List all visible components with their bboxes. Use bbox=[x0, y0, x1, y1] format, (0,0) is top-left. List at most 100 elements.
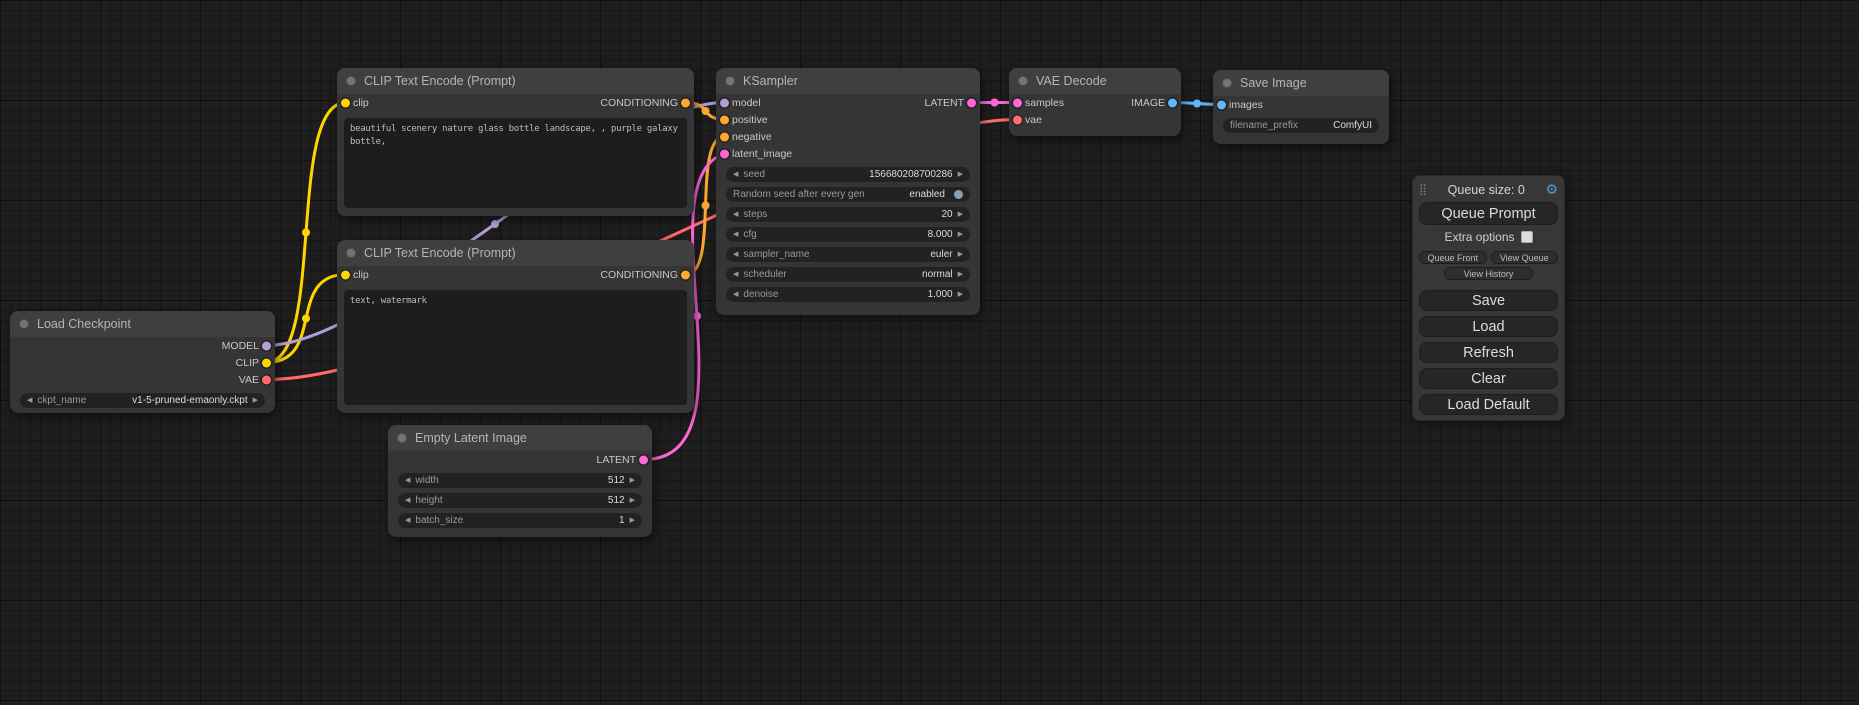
view-history-button[interactable]: View History bbox=[1444, 267, 1533, 280]
node-titlebar[interactable]: Empty Latent Image bbox=[388, 425, 652, 451]
node-graph-canvas[interactable]: Load Checkpoint MODEL CLIP VAE ◀ ckpt_na… bbox=[0, 0, 1859, 705]
slot-label: clip bbox=[353, 97, 369, 109]
node-load-checkpoint[interactable]: Load Checkpoint MODEL CLIP VAE ◀ ckpt_na… bbox=[10, 311, 275, 413]
filename-prefix-widget[interactable]: filename_prefix ComfyUI bbox=[1223, 118, 1379, 133]
image-output-dot[interactable] bbox=[1168, 98, 1177, 107]
queue-menu-panel: ⣿ Queue size: 0 ⚙ Queue Prompt Extra opt… bbox=[1412, 175, 1565, 421]
increment-arrow-icon[interactable]: ▶ bbox=[630, 497, 635, 504]
increment-arrow-icon[interactable]: ▶ bbox=[958, 271, 963, 278]
sampler-name-widget[interactable]: ◀ sampler_name euler ▶ bbox=[726, 247, 970, 262]
refresh-button[interactable]: Refresh bbox=[1419, 342, 1558, 363]
increment-arrow-icon[interactable]: ▶ bbox=[958, 291, 963, 298]
positive-input-dot[interactable] bbox=[720, 115, 729, 124]
load-button[interactable]: Load bbox=[1419, 316, 1558, 337]
collapse-dot[interactable] bbox=[19, 319, 29, 329]
collapse-dot[interactable] bbox=[346, 248, 356, 258]
decrement-arrow-icon[interactable]: ◀ bbox=[733, 171, 738, 178]
decrement-arrow-icon[interactable]: ◀ bbox=[405, 497, 410, 504]
link-midpoint-dot bbox=[1193, 100, 1201, 108]
random-seed-toggle-widget[interactable]: Random seed after every gen enabled bbox=[726, 187, 970, 202]
seed-widget[interactable]: ◀ seed 156680208700286 ▶ bbox=[726, 167, 970, 182]
latent-output-dot[interactable] bbox=[639, 455, 648, 464]
vae-output-dot[interactable] bbox=[262, 375, 271, 384]
conditioning-output-dot[interactable] bbox=[681, 98, 690, 107]
node-clip-text-encode-positive[interactable]: CLIP Text Encode (Prompt) clip CONDITION… bbox=[337, 68, 694, 216]
node-titlebar[interactable]: KSampler bbox=[716, 68, 980, 94]
node-titlebar[interactable]: Load Checkpoint bbox=[10, 311, 275, 337]
extra-options-checkbox[interactable] bbox=[1521, 231, 1533, 243]
node-vae-decode[interactable]: VAE Decode samples IMAGE vae bbox=[1009, 68, 1181, 136]
toggle-knob[interactable] bbox=[954, 190, 963, 199]
increment-arrow-icon[interactable]: ▶ bbox=[958, 251, 963, 258]
node-titlebar[interactable]: VAE Decode bbox=[1009, 68, 1181, 94]
queue-front-button[interactable]: Queue Front bbox=[1419, 251, 1487, 264]
queue-prompt-button[interactable]: Queue Prompt bbox=[1419, 202, 1558, 225]
clip-input-dot[interactable] bbox=[341, 98, 350, 107]
width-widget[interactable]: ◀ width 512 ▶ bbox=[398, 473, 642, 488]
clip-output-dot[interactable] bbox=[262, 358, 271, 367]
prompt-text-area[interactable]: beautiful scenery nature glass bottle la… bbox=[344, 118, 687, 208]
clear-button[interactable]: Clear bbox=[1419, 368, 1558, 389]
increment-arrow-icon[interactable]: ▶ bbox=[253, 397, 258, 404]
vae-input-dot[interactable] bbox=[1013, 115, 1022, 124]
decrement-arrow-icon[interactable]: ◀ bbox=[27, 397, 32, 404]
conditioning-output-dot[interactable] bbox=[681, 270, 690, 279]
workflow-actions: Save Load Refresh Clear Load Default bbox=[1419, 290, 1558, 415]
drag-handle-icon[interactable]: ⣿ bbox=[1419, 183, 1427, 196]
increment-arrow-icon[interactable]: ▶ bbox=[958, 171, 963, 178]
increment-arrow-icon[interactable]: ▶ bbox=[630, 517, 635, 524]
prompt-text-area[interactable]: text, watermark bbox=[344, 290, 687, 405]
slot-label: model bbox=[732, 97, 761, 109]
negative-input-dot[interactable] bbox=[720, 132, 729, 141]
node-clip-text-encode-negative[interactable]: CLIP Text Encode (Prompt) clip CONDITION… bbox=[337, 240, 694, 413]
node-ksampler[interactable]: KSampler model LATENT positive negative … bbox=[716, 68, 980, 315]
model-output-dot[interactable] bbox=[262, 341, 271, 350]
slot-label: LATENT bbox=[597, 454, 636, 466]
slot-row: clip CONDITIONING bbox=[337, 94, 694, 111]
node-empty-latent-image[interactable]: Empty Latent Image LATENT ◀ width 512 ▶ … bbox=[388, 425, 652, 537]
node-title: KSampler bbox=[743, 74, 798, 88]
collapse-dot[interactable] bbox=[397, 433, 407, 443]
latent-output-dot[interactable] bbox=[967, 98, 976, 107]
scheduler-widget[interactable]: ◀ scheduler normal ▶ bbox=[726, 267, 970, 282]
widget-value: 512 bbox=[608, 495, 625, 506]
view-queue-button[interactable]: View Queue bbox=[1491, 251, 1559, 264]
decrement-arrow-icon[interactable]: ◀ bbox=[733, 251, 738, 258]
slot-row: vae bbox=[1009, 111, 1181, 128]
increment-arrow-icon[interactable]: ▶ bbox=[958, 211, 963, 218]
node-titlebar[interactable]: Save Image bbox=[1213, 70, 1389, 96]
ckpt-name-widget[interactable]: ◀ ckpt_name v1-5-pruned-emaonly.ckpt ▶ bbox=[20, 393, 265, 408]
queue-size-label: Queue size: 0 bbox=[1427, 183, 1545, 197]
collapse-dot[interactable] bbox=[346, 76, 356, 86]
images-input-dot[interactable] bbox=[1217, 100, 1226, 109]
settings-gear-icon[interactable]: ⚙ bbox=[1545, 181, 1558, 198]
output-slot-clip: CLIP bbox=[10, 354, 275, 371]
slot-row: clip CONDITIONING bbox=[337, 266, 694, 283]
denoise-widget[interactable]: ◀ denoise 1.000 ▶ bbox=[726, 287, 970, 302]
collapse-dot[interactable] bbox=[1018, 76, 1028, 86]
decrement-arrow-icon[interactable]: ◀ bbox=[733, 211, 738, 218]
decrement-arrow-icon[interactable]: ◀ bbox=[733, 271, 738, 278]
increment-arrow-icon[interactable]: ▶ bbox=[958, 231, 963, 238]
node-titlebar[interactable]: CLIP Text Encode (Prompt) bbox=[337, 68, 694, 94]
model-input-dot[interactable] bbox=[720, 98, 729, 107]
save-button[interactable]: Save bbox=[1419, 290, 1558, 311]
load-default-button[interactable]: Load Default bbox=[1419, 394, 1558, 415]
steps-widget[interactable]: ◀ steps 20 ▶ bbox=[726, 207, 970, 222]
decrement-arrow-icon[interactable]: ◀ bbox=[405, 517, 410, 524]
height-widget[interactable]: ◀ height 512 ▶ bbox=[398, 493, 642, 508]
batch-size-widget[interactable]: ◀ batch_size 1 ▶ bbox=[398, 513, 642, 528]
collapse-dot[interactable] bbox=[725, 76, 735, 86]
latent-image-input-dot[interactable] bbox=[720, 149, 729, 158]
decrement-arrow-icon[interactable]: ◀ bbox=[405, 477, 410, 484]
samples-input-dot[interactable] bbox=[1013, 98, 1022, 107]
decrement-arrow-icon[interactable]: ◀ bbox=[733, 291, 738, 298]
decrement-arrow-icon[interactable]: ◀ bbox=[733, 231, 738, 238]
node-save-image[interactable]: Save Image images filename_prefix ComfyU… bbox=[1213, 70, 1389, 144]
increment-arrow-icon[interactable]: ▶ bbox=[630, 477, 635, 484]
clip-input-dot[interactable] bbox=[341, 270, 350, 279]
collapse-dot[interactable] bbox=[1222, 78, 1232, 88]
node-titlebar[interactable]: CLIP Text Encode (Prompt) bbox=[337, 240, 694, 266]
cfg-widget[interactable]: ◀ cfg 8.000 ▶ bbox=[726, 227, 970, 242]
widget-value: 8.000 bbox=[928, 229, 953, 240]
